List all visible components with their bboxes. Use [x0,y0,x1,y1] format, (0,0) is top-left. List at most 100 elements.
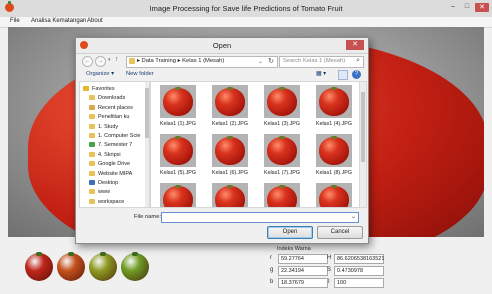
open-file-dialog: Open ✕ ← → ▾ ↑ ▸ Data Training ▸ Kelas 1… [75,37,369,244]
file-list: Kelas1 (1).JPG Kelas1 (2).JPG Kelas1 (3).J… [150,81,360,208]
file-item[interactable]: Kelas1 (2).JPG [205,85,253,131]
help-icon[interactable]: ? [352,70,361,79]
nav-item-7[interactable]: 4. Skripsi [89,151,121,159]
r-field[interactable]: 59.27764 [278,254,328,264]
file-name-label: File name: [134,214,162,220]
minimize-button[interactable]: – [447,3,459,12]
s-label: S [327,267,332,273]
forward-arrow-icon[interactable]: → [95,56,106,67]
file-item[interactable]: Kelas1 (1).JPG [153,85,201,131]
file-item[interactable]: Kelas1 (7).JPG [257,134,305,180]
search-icon: ⌕ [356,57,360,64]
nav-item-12[interactable]: workspace [89,198,124,206]
h-field[interactable]: 86.6206538163521 [334,254,384,264]
nav-item-label: Recent places [98,104,133,111]
file-name: Kelas1 (4).JPG [316,121,352,127]
file-item[interactable] [153,183,201,207]
nav-item-label: Website MIPA [98,170,133,177]
folder-icon [89,170,95,176]
file-list-scrollbar[interactable] [359,81,367,208]
folder-icon [89,151,95,157]
organize-button[interactable]: Organize ▾ [86,71,114,77]
nav-item-5[interactable]: 1. Computer Scie [89,132,141,140]
address-bar[interactable]: ▸ Data Training ▸ Kelas 1 (Mesah) ⌄ ↻ [126,56,278,68]
file-thumbnail [264,134,300,167]
up-arrow-icon[interactable]: ↑ [115,56,119,63]
folder-icon [89,142,95,148]
s-field[interactable]: 0.4730978 [334,266,384,276]
b-field[interactable]: 18.37679 [278,278,328,288]
file-thumbnail [160,134,196,167]
file-name: Kelas1 (6).JPG [212,170,248,176]
file-name: Kelas1 (8).JPG [316,170,352,176]
nav-item-0[interactable]: Favorites [83,85,115,93]
recent-dropdown-icon[interactable]: ▾ [108,57,111,63]
maximize-button[interactable]: □ [461,3,473,12]
r-label: r [270,255,272,261]
nav-item-11[interactable]: www [89,188,110,196]
dialog-toolbar: Organize ▾ New folder ▦ ▾ ? [76,69,368,80]
open-button[interactable]: Open [267,226,313,239]
app-close-button[interactable]: ✕ [475,3,489,12]
menu-about[interactable]: About [87,18,103,24]
refresh-icon[interactable]: ↻ [268,57,274,65]
nav-item-label: Penelitian ku [98,114,130,121]
file-item[interactable] [257,183,305,207]
view-options-icon[interactable]: ▦ ▾ [316,71,326,77]
new-folder-button[interactable]: New folder [126,71,154,77]
address-dropdown-icon[interactable]: ⌄ [258,58,263,65]
tomato-thumbnail [267,136,297,165]
back-arrow-icon[interactable]: ← [82,56,93,67]
file-name: Kelas1 (1).JPG [160,121,196,127]
i-field[interactable]: 100 [334,278,384,288]
file-name-dropdown-icon[interactable]: ⌄ [351,213,356,220]
navigation-pane: Favorites Downloads Recent places Penelitia… [79,81,150,208]
nav-item-8[interactable]: Google Drive [89,160,130,168]
file-thumbnail [160,85,196,118]
file-name-input[interactable]: ⌄ [161,212,359,223]
file-item[interactable]: Kelas1 (6).JPG [205,134,253,180]
ripeness-samples [25,252,155,285]
file-item[interactable]: Kelas1 (8).JPG [309,134,357,180]
dialog-close-button[interactable]: ✕ [346,40,364,50]
nav-item-4[interactable]: 1. Study [89,123,118,131]
file-item[interactable] [205,183,253,207]
nav-item-label: 7. Semester 7 [98,142,133,149]
tomato-thumbnail [319,185,349,207]
menu-analisa-kematangan[interactable]: Analisa Kematangan [31,18,86,24]
file-name: Kelas1 (7).JPG [264,170,300,176]
nav-item-label: Google Drive [98,161,131,168]
nav-item-1[interactable]: Downloads [89,94,125,102]
g-label: g [270,267,274,273]
search-input[interactable]: Search Kelas 1 (Mesah) ⌕ [279,56,364,68]
folder-icon [89,95,95,101]
g-field[interactable]: 22.34194 [278,266,328,276]
tomato-thumbnail [163,136,193,165]
nav-item-label: 1. Computer Scie [98,133,141,139]
nav-item-6[interactable]: 7. Semester 7 [89,141,132,149]
nav-item-3[interactable]: Penelitian ku [89,113,130,121]
nav-scrollbar[interactable] [145,82,149,207]
menu-file[interactable]: File [10,18,20,24]
cancel-button[interactable]: Cancel [317,226,363,239]
tomato-thumbnail [267,185,297,207]
tomato-thumbnail [319,87,349,116]
file-item[interactable]: Kelas1 (4).JPG [309,85,357,131]
file-name: Kelas1 (5).JPG [160,170,196,176]
file-item[interactable] [309,183,357,207]
folder-icon [89,198,95,204]
nav-item-2[interactable]: Recent places [89,104,133,112]
file-item[interactable]: Kelas1 (3).JPG [257,85,305,131]
nav-item-label: Downloads [98,95,126,102]
tomato-thumbnail [267,87,297,116]
file-item[interactable]: Kelas1 (5).JPG [153,134,201,180]
nav-item-9[interactable]: Website MIPA [89,170,132,178]
nav-item-10[interactable]: Desktop [89,179,118,187]
folder-icon [89,133,95,139]
address-path: ▸ Data Training ▸ Kelas 1 (Mesah) [137,58,225,64]
folder-icon [89,123,95,129]
preview-pane-icon[interactable] [338,70,348,80]
sample-tomato-4 [121,252,149,281]
file-thumbnail [264,85,300,118]
dialog-nav-row: ← → ▾ ↑ ▸ Data Training ▸ Kelas 1 (Mesah… [76,54,368,68]
